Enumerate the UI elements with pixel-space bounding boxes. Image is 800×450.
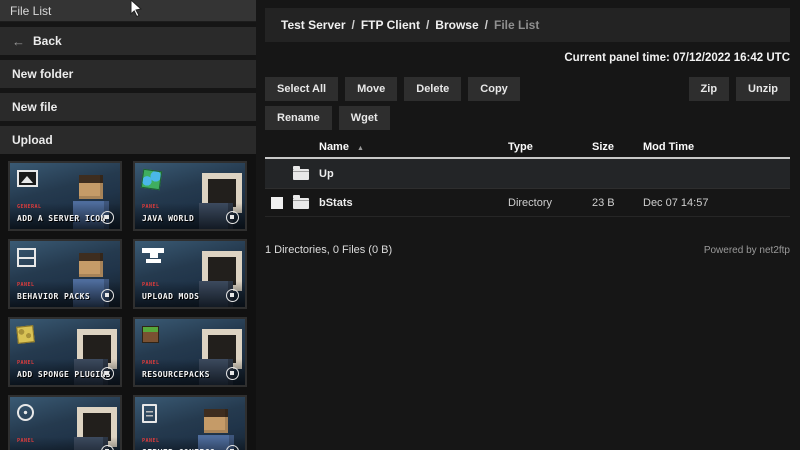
tile-java-world[interactable]: PANEL Java World [133,161,247,231]
select-all-button[interactable]: Select All [265,77,339,101]
sidebar-item-new-folder[interactable]: New folder [0,60,256,88]
image-icon [17,170,38,187]
file-name-link[interactable]: Up [319,168,508,180]
file-type-cell: Directory [508,196,553,209]
sponge-icon [16,325,35,344]
sidebar: File List Back New folder New file Uploa… [0,0,256,450]
toolbar-row-1: Select All Move Delete Copy Zip Unzip [265,77,790,101]
brand-badge-icon [101,367,114,380]
brand-badge-icon [226,367,239,380]
current-panel-time: Current panel time: 07/12/2022 16:42 UTC [564,52,790,64]
sidebar-title-label: File List [10,3,52,18]
sidebar-item-new-file[interactable]: New file [0,93,256,121]
breadcrumb: Test Server / FTP Client / Browse / File… [265,8,790,42]
sort-ascending-icon: ▲ [357,145,364,152]
upload-label: Upload [12,133,53,147]
tile-tag: PANEL [142,282,160,288]
tile-tag: PANEL [17,360,35,366]
main-content: Test Server / FTP Client / Browse / File… [256,0,800,450]
package-icon [17,248,36,267]
copy-button[interactable]: Copy [468,77,520,101]
table-row-bstats[interactable]: bStats Directory 23 B Dec 07 14:57 [265,189,790,217]
delete-button[interactable]: Delete [404,77,462,101]
breadcrumb-separator: / [351,18,355,32]
tile-tag: GENERAL [17,204,42,210]
sidebar-item-upload[interactable]: Upload [0,126,256,154]
file-table: Name ▲ Type Size Mod Time Up bStats Dire [265,137,790,217]
brand-badge-icon [101,211,114,224]
tile-title: Java World [142,214,195,223]
column-header-mod-time[interactable]: Mod Time [643,141,790,153]
name-column-label: Name [319,141,349,153]
tile-add-sponge-plugins[interactable]: PANEL Add Sponge Plugins [8,317,122,387]
row-checkbox[interactable] [271,196,283,209]
file-modtime-cell: Dec 07 14:57 [643,196,709,209]
tile-tag: PANEL [17,438,35,444]
column-header-size[interactable]: Size [592,141,643,153]
wget-button[interactable]: Wget [338,106,390,130]
tile-how-to-download-your-world[interactable]: PANEL How to Download Your World [8,395,122,450]
tile-title: Behavior Packs [17,292,91,301]
mouse-cursor-icon [130,0,142,17]
tile-upload-mods[interactable]: PANEL Upload Mods [133,239,247,309]
brand-badge-icon [226,289,239,302]
breadcrumb-separator: / [425,18,430,32]
circle-icon [17,404,34,421]
anvil-icon [142,248,164,263]
breadcrumb-test-server[interactable]: Test Server [281,18,345,32]
breadcrumb-ftp-client[interactable]: FTP Client [361,18,420,32]
ftp-file-manager-screen: File List Back New folder New file Uploa… [0,0,800,450]
tile-add-a-server-icon[interactable]: GENERAL Add a Server Icon [8,161,122,231]
powered-by-link[interactable]: Powered by net2ftp [704,245,790,256]
file-size-cell: 23 B [592,196,615,209]
tile-tag: PANEL [142,438,160,444]
toolbar-row-2: Rename Wget [265,106,790,130]
back-label: Back [33,34,62,48]
column-header-name[interactable]: Name ▲ [319,141,508,153]
directory-summary: 1 Directories, 0 Files (0 B) [265,244,393,256]
tile-server-configs[interactable]: PANEL Server Configs [133,395,247,450]
video-tutorial-grid: GENERAL Add a Server Icon PANEL Java Wor… [0,154,256,450]
file-icon [142,404,157,423]
breadcrumb-file-list: File List [494,18,540,32]
grass-block-icon [142,326,159,343]
tile-title: Add Sponge Plugins [17,370,111,379]
tile-behavior-packs[interactable]: PANEL Behavior Packs [8,239,122,309]
sidebar-title: File List [0,0,256,22]
sidebar-item-back[interactable]: Back [0,27,256,55]
globe-icon [140,168,163,191]
breadcrumb-separator: / [484,18,488,32]
new-folder-label: New folder [12,67,74,81]
brand-badge-icon [226,211,239,224]
arrow-left-icon [12,34,25,49]
toolbar-spacer [527,77,682,101]
move-button[interactable]: Move [345,77,398,101]
tile-tag: PANEL [142,204,160,210]
table-row-up[interactable]: Up [265,159,790,189]
unzip-button[interactable]: Unzip [736,77,790,101]
breadcrumb-browse[interactable]: Browse [435,18,478,32]
table-header-row: Name ▲ Type Size Mod Time [265,137,790,159]
tile-tag: PANEL [142,360,160,366]
file-name-link[interactable]: bStats [319,197,508,209]
column-header-type[interactable]: Type [508,141,592,153]
folder-icon [293,195,309,209]
new-file-label: New file [12,100,58,114]
tile-tag: PANEL [17,282,35,288]
tile-title: Resourcepacks [142,370,210,379]
table-footer: 1 Directories, 0 Files (0 B) Powered by … [265,244,790,256]
tile-title: Upload Mods [142,292,200,301]
zip-button[interactable]: Zip [688,77,730,101]
rename-button[interactable]: Rename [265,106,332,130]
folder-icon [293,166,309,180]
brand-badge-icon [101,289,114,302]
tile-title: Add a Server Icon [17,214,106,223]
tile-resourcepacks[interactable]: PANEL Resourcepacks [133,317,247,387]
